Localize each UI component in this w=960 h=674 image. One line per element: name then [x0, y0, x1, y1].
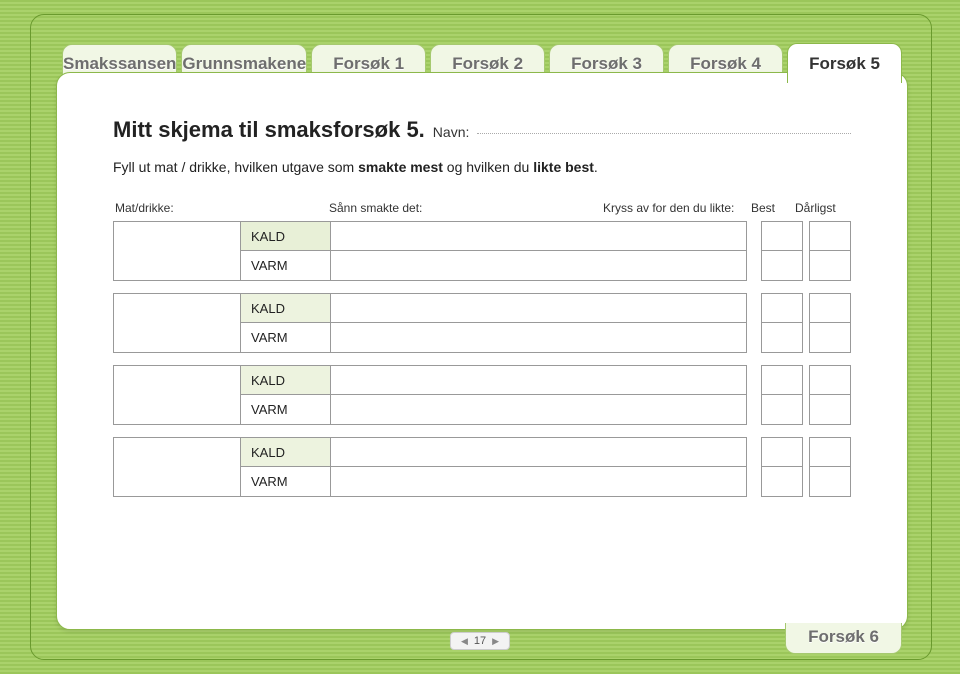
table-row: VARM: [241, 251, 851, 281]
taste-input-cell[interactable]: [331, 293, 747, 323]
temp-label-varm: VARM: [241, 251, 331, 281]
worst-checkbox[interactable]: [809, 437, 851, 467]
tab-label: Forsøk 4: [690, 54, 761, 74]
table-group: KALDVARM: [113, 293, 851, 353]
spacer: [747, 395, 761, 425]
tab-label: Grunnsmakene: [182, 54, 306, 74]
worst-checkbox[interactable]: [809, 467, 851, 497]
title-row: Mitt skjema til smaksforsøk 5. Navn:: [113, 117, 851, 143]
taste-input-cell[interactable]: [331, 395, 747, 425]
instruction-part: .: [594, 159, 598, 175]
food-input-cell[interactable]: [113, 437, 241, 497]
temp-label-kald: KALD: [241, 437, 331, 467]
table-group: KALDVARM: [113, 437, 851, 497]
content-area: Mitt skjema til smaksforsøk 5. Navn: Fyl…: [57, 73, 907, 529]
food-input-cell[interactable]: [113, 293, 241, 353]
taste-input-cell[interactable]: [331, 251, 747, 281]
temp-label-kald: KALD: [241, 293, 331, 323]
tab-label: Forsøk 2: [452, 54, 523, 74]
worst-checkbox[interactable]: [809, 365, 851, 395]
tab-label: Forsøk 5: [809, 54, 880, 74]
page-title: Mitt skjema til smaksforsøk 5.: [113, 117, 425, 143]
instruction-part: og hvilken du: [443, 159, 533, 175]
group-rows: KALDVARM: [241, 365, 851, 425]
table-row: VARM: [241, 395, 851, 425]
instruction-part: Fyll ut mat / drikke, hvilken utgave som: [113, 159, 358, 175]
best-checkbox[interactable]: [761, 221, 803, 251]
worst-checkbox[interactable]: [809, 293, 851, 323]
name-input-line[interactable]: [477, 133, 851, 134]
best-checkbox[interactable]: [761, 365, 803, 395]
best-checkbox[interactable]: [761, 467, 803, 497]
triangle-right-icon[interactable]: ▶: [492, 636, 499, 647]
footer-tab-forsok-6[interactable]: Forsøk 6: [785, 623, 902, 654]
content-card: Mitt skjema til smaksforsøk 5. Navn: Fyl…: [56, 72, 908, 630]
instruction-text: Fyll ut mat / drikke, hvilken utgave som…: [113, 159, 851, 175]
spacer: [747, 251, 761, 281]
spacer: [747, 323, 761, 353]
spacer: [747, 467, 761, 497]
spacer: [747, 221, 761, 251]
spacer: [747, 293, 761, 323]
table-body: KALDVARMKALDVARMKALDVARMKALDVARM: [113, 221, 851, 497]
group-rows: KALDVARM: [241, 293, 851, 353]
temp-label-kald: KALD: [241, 365, 331, 395]
taste-input-cell[interactable]: [331, 365, 747, 395]
worst-checkbox[interactable]: [809, 251, 851, 281]
worst-checkbox[interactable]: [809, 395, 851, 425]
table-group: KALDVARM: [113, 221, 851, 281]
taste-input-cell[interactable]: [331, 323, 747, 353]
header-taste: Sånn smakte det:: [329, 201, 603, 215]
tab-forsok-5[interactable]: Forsøk 5: [787, 43, 902, 83]
best-checkbox[interactable]: [761, 437, 803, 467]
taste-input-cell[interactable]: [331, 437, 747, 467]
header-worst: Dårligst: [795, 201, 851, 215]
best-checkbox[interactable]: [761, 395, 803, 425]
instruction-bold: smakte mest: [358, 159, 443, 175]
temp-label-kald: KALD: [241, 221, 331, 251]
table-row: KALD: [241, 365, 851, 395]
best-checkbox[interactable]: [761, 251, 803, 281]
table-headers: Mat/drikke: Sånn smakte det: Kryss av fo…: [113, 201, 851, 215]
worst-checkbox[interactable]: [809, 221, 851, 251]
table-row: KALD: [241, 221, 851, 251]
worst-checkbox[interactable]: [809, 323, 851, 353]
name-label: Navn:: [433, 124, 470, 140]
temp-label-varm: VARM: [241, 323, 331, 353]
spacer: [747, 437, 761, 467]
spacer: [747, 365, 761, 395]
header-temp: [241, 201, 329, 215]
header-check: Kryss av for den du likte:: [603, 201, 751, 215]
header-best: Best: [751, 201, 795, 215]
food-input-cell[interactable]: [113, 221, 241, 281]
tab-label: Forsøk 1: [333, 54, 404, 74]
temp-label-varm: VARM: [241, 467, 331, 497]
table-group: KALDVARM: [113, 365, 851, 425]
table-row: VARM: [241, 467, 851, 497]
table-row: VARM: [241, 323, 851, 353]
triangle-left-icon[interactable]: ◀: [461, 636, 468, 647]
best-checkbox[interactable]: [761, 323, 803, 353]
tab-label: Smakssansen: [63, 54, 176, 74]
page-number-control: ◀ 17 ▶: [450, 632, 510, 650]
taste-input-cell[interactable]: [331, 221, 747, 251]
table-row: KALD: [241, 293, 851, 323]
table-row: KALD: [241, 437, 851, 467]
footer-tab-label: Forsøk 6: [808, 627, 879, 646]
taste-input-cell[interactable]: [331, 467, 747, 497]
group-rows: KALDVARM: [241, 437, 851, 497]
instruction-bold: likte best: [533, 159, 594, 175]
page-number: 17: [474, 635, 486, 647]
best-checkbox[interactable]: [761, 293, 803, 323]
tab-label: Forsøk 3: [571, 54, 642, 74]
group-rows: KALDVARM: [241, 221, 851, 281]
header-food: Mat/drikke:: [113, 201, 241, 215]
food-input-cell[interactable]: [113, 365, 241, 425]
temp-label-varm: VARM: [241, 395, 331, 425]
